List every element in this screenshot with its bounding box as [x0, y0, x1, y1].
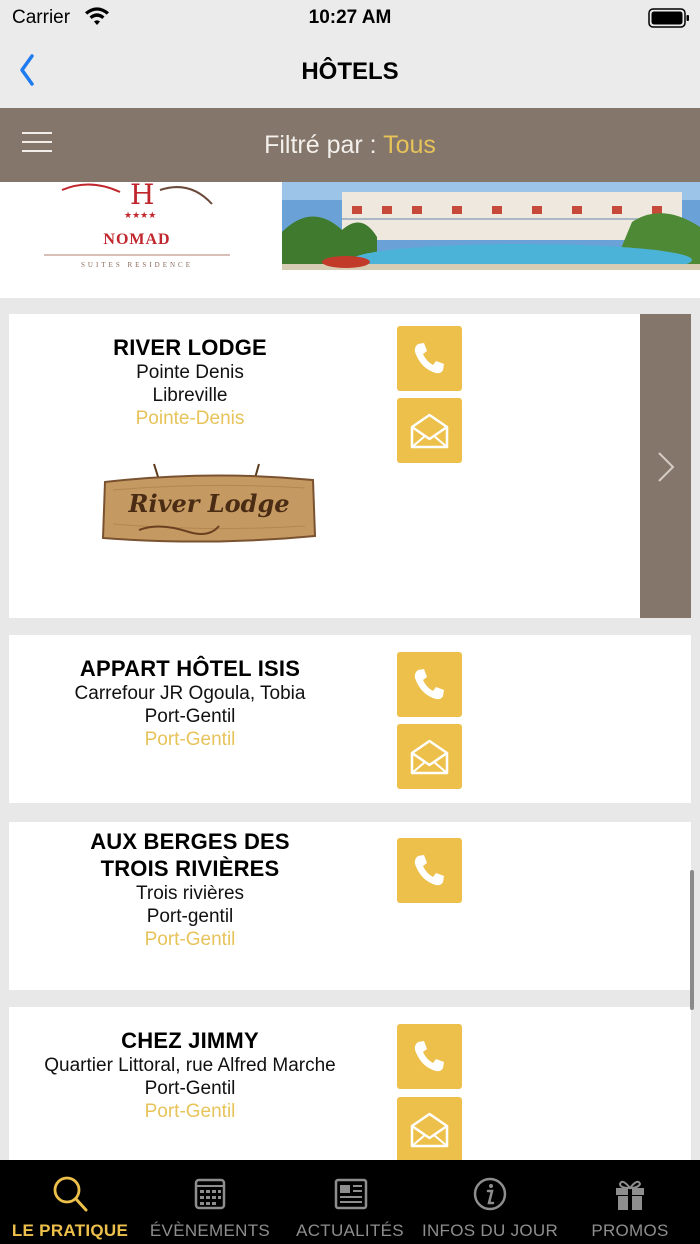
- filter-bar: Filtré par : Tous: [0, 108, 700, 182]
- hotel-info: RIVER LODGE Pointe Denis Libreville Poin…: [9, 334, 371, 430]
- newspaper-icon: [334, 1178, 368, 1210]
- status-time: 10:27 AM: [308, 7, 392, 28]
- tab-label: INFOS DU JOUR: [421, 1221, 559, 1240]
- nomad-logo: H ★★★★ NOMAD SUITES RESIDENCE: [0, 182, 282, 270]
- hotel-district: Pointe-Denis: [135, 408, 245, 429]
- hotel-pool-photo: [282, 182, 700, 270]
- phone-icon: [414, 855, 444, 886]
- hotel-card-chez-jimmy[interactable]: CHEZ JIMMY Quartier Littoral, rue Alfred…: [9, 1007, 691, 1160]
- hotel-address: Quartier Littoral, rue Alfred Marche: [44, 1055, 336, 1076]
- hotel-address: Trois rivières: [135, 883, 245, 904]
- navigation-bar: HÔTELS: [0, 36, 700, 108]
- filter-text[interactable]: Filtré par : Tous: [0, 131, 700, 160]
- phone-icon: [414, 1041, 444, 1072]
- hotel-city: Port-Gentil: [144, 706, 236, 727]
- envelope-icon: [410, 739, 449, 775]
- hotel-city: Port-gentil: [146, 906, 234, 927]
- svg-text:H: H: [130, 182, 154, 211]
- tab-label: PROMOS: [591, 1221, 669, 1240]
- hotel-info: APPART HÔTEL ISIS Carrefour JR Ogoula, T…: [9, 655, 371, 751]
- hotel-address: Carrefour JR Ogoula, Tobia: [74, 683, 306, 704]
- phone-icon: [414, 669, 444, 700]
- hotel-info: AUX BERGES DES TROIS RIVIÈRES Trois rivi…: [9, 828, 371, 951]
- battery-icon: [648, 8, 689, 28]
- call-button[interactable]: [397, 1024, 462, 1089]
- tab-bar: LE PRATIQUE ÉVÈNEMENTS ACTUALITÉS INFOS …: [0, 1160, 700, 1244]
- hotel-district: Port-Gentil: [144, 929, 236, 950]
- hotel-name: APPART HÔTEL ISIS: [79, 656, 301, 681]
- info-icon: [473, 1177, 507, 1211]
- hotel-card-aux-berges-des-trois-rivieres[interactable]: AUX BERGES DES TROIS RIVIÈRES Trois rivi…: [9, 822, 691, 990]
- status-bar: Carrier 10:27 AM: [0, 0, 700, 36]
- hotel-card-river-lodge[interactable]: RIVER LODGE Pointe Denis Libreville Poin…: [9, 314, 691, 618]
- email-button[interactable]: [397, 1097, 462, 1160]
- email-button[interactable]: [397, 398, 462, 463]
- envelope-icon: [410, 1112, 449, 1148]
- call-button[interactable]: [397, 652, 462, 717]
- tab-label: LE PRATIQUE: [11, 1221, 129, 1240]
- call-button[interactable]: [397, 838, 462, 903]
- hotel-name-line1: AUX BERGES DES: [90, 829, 290, 854]
- tab-le-pratique[interactable]: LE PRATIQUE: [0, 1160, 140, 1244]
- tab-infos-du-jour[interactable]: INFOS DU JOUR: [420, 1160, 560, 1244]
- hotel-city: Libreville: [152, 385, 228, 406]
- hotel-card-appart-hotel-isis[interactable]: APPART HÔTEL ISIS Carrefour JR Ogoula, T…: [9, 635, 691, 803]
- chevron-right-icon: [658, 452, 675, 482]
- hotel-list[interactable]: H ★★★★ NOMAD SUITES RESIDENCE RIVER LODG…: [0, 182, 700, 1160]
- scroll-indicator[interactable]: [690, 870, 694, 1010]
- filter-value: Tous: [383, 131, 436, 159]
- banner-card-nomad[interactable]: H ★★★★ NOMAD SUITES RESIDENCE: [0, 182, 700, 298]
- search-icon: [53, 1176, 88, 1212]
- tab-label: ÉVÈNEMENTS: [149, 1221, 271, 1240]
- svg-text:★★★★: ★★★★: [124, 210, 156, 220]
- gift-icon: [616, 1180, 644, 1210]
- call-button[interactable]: [397, 326, 462, 391]
- envelope-icon: [410, 413, 449, 449]
- hotel-district: Port-Gentil: [144, 1101, 236, 1122]
- river-lodge-logo: River Lodge: [99, 460, 319, 550]
- phone-icon: [414, 343, 444, 374]
- tab-actualites[interactable]: ACTUALITÉS: [280, 1160, 420, 1244]
- banner-brand: NOMAD: [103, 231, 170, 248]
- hotel-city: Port-Gentil: [144, 1078, 236, 1099]
- hotel-name-line2: TROIS RIVIÈRES: [100, 856, 280, 881]
- tab-promos[interactable]: PROMOS: [560, 1160, 700, 1244]
- page-title: HÔTELS: [301, 58, 399, 85]
- email-button[interactable]: [397, 724, 462, 789]
- river-lodge-logo-text: River Lodge: [128, 489, 290, 518]
- hotel-info: CHEZ JIMMY Quartier Littoral, rue Alfred…: [9, 1027, 371, 1123]
- hotel-district: Port-Gentil: [144, 729, 236, 750]
- banner-brand-sub: SUITES RESIDENCE: [81, 261, 193, 269]
- details-arrow-button[interactable]: [640, 314, 691, 618]
- hotel-address: Pointe Denis: [136, 362, 244, 383]
- hotel-name: RIVER LODGE: [113, 335, 267, 360]
- filter-label: Filtré par :: [264, 131, 384, 159]
- hotel-name: CHEZ JIMMY: [121, 1028, 259, 1053]
- calendar-icon: [194, 1178, 226, 1210]
- tab-evenements[interactable]: ÉVÈNEMENTS: [140, 1160, 280, 1244]
- tab-label: ACTUALITÉS: [296, 1221, 404, 1240]
